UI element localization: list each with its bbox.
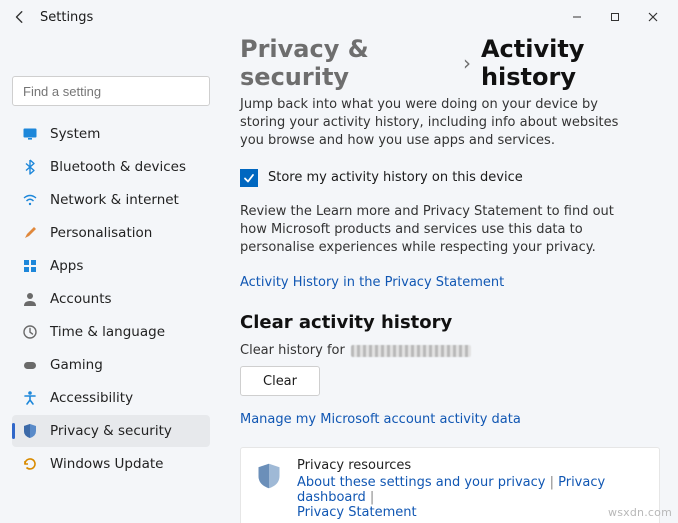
sidebar-item-update[interactable]: Windows Update — [12, 448, 210, 480]
sidebar-item-label: Privacy & security — [50, 423, 172, 439]
sidebar: System Bluetooth & devices Network & int… — [0, 34, 220, 523]
sidebar-item-bluetooth[interactable]: Bluetooth & devices — [12, 151, 210, 183]
resources-link-statement[interactable]: Privacy Statement — [297, 505, 417, 520]
review-text: Review the Learn more and Privacy Statem… — [240, 203, 630, 258]
breadcrumb-parent[interactable]: Privacy & security — [240, 35, 453, 91]
wifi-icon — [22, 192, 38, 208]
navigation-list: System Bluetooth & devices Network & int… — [12, 118, 210, 480]
privacy-resources-card: Privacy resources About these settings a… — [240, 447, 660, 523]
sidebar-item-label: Time & language — [50, 324, 165, 340]
sidebar-item-network[interactable]: Network & internet — [12, 184, 210, 216]
update-icon — [22, 456, 38, 472]
redacted-account — [351, 345, 471, 357]
back-button[interactable] — [8, 5, 32, 29]
breadcrumb: Privacy & security › Activity history — [240, 34, 660, 92]
titlebar: Settings — [0, 0, 678, 34]
clock-icon — [22, 324, 38, 340]
store-history-checkbox[interactable] — [240, 169, 258, 187]
paintbrush-icon — [22, 225, 38, 241]
shield-icon — [22, 423, 38, 439]
clear-history-prefix: Clear history for — [240, 343, 345, 358]
store-history-row[interactable]: Store my activity history on this device — [240, 169, 660, 187]
intro-text: Jump back into what you were doing on yo… — [240, 96, 630, 151]
sidebar-item-system[interactable]: System — [12, 118, 210, 150]
watermark: wsxdn.com — [608, 506, 672, 519]
sidebar-item-accessibility[interactable]: Accessibility — [12, 382, 210, 414]
arrow-left-icon — [13, 10, 27, 24]
sidebar-item-personalisation[interactable]: Personalisation — [12, 217, 210, 249]
resources-title: Privacy resources — [297, 458, 645, 473]
sidebar-item-label: Personalisation — [50, 225, 152, 241]
search-input[interactable] — [21, 83, 201, 100]
clear-button[interactable]: Clear — [240, 366, 320, 396]
sidebar-item-privacy[interactable]: Privacy & security — [12, 415, 210, 447]
sidebar-item-label: Accounts — [50, 291, 112, 307]
accessibility-icon — [22, 390, 38, 406]
privacy-statement-link[interactable]: Activity History in the Privacy Statemen… — [240, 275, 660, 290]
manage-account-link[interactable]: Manage my Microsoft account activity dat… — [240, 412, 660, 427]
window-maximize-button[interactable] — [596, 3, 634, 31]
sidebar-item-time[interactable]: Time & language — [12, 316, 210, 348]
resources-link-about[interactable]: About these settings and your privacy — [297, 475, 545, 490]
store-history-label: Store my activity history on this device — [268, 170, 523, 185]
maximize-icon — [610, 12, 620, 22]
window-minimize-button[interactable] — [558, 3, 596, 31]
sidebar-item-gaming[interactable]: Gaming — [12, 349, 210, 381]
window-title: Settings — [40, 10, 93, 25]
minimize-icon — [572, 12, 582, 22]
sidebar-item-label: Gaming — [50, 357, 103, 373]
person-icon — [22, 291, 38, 307]
clear-section-title: Clear activity history — [240, 312, 660, 333]
shield-icon — [255, 462, 283, 490]
chevron-right-icon: › — [463, 51, 471, 75]
sidebar-item-apps[interactable]: Apps — [12, 250, 210, 282]
bluetooth-icon — [22, 159, 38, 175]
sidebar-item-label: Apps — [50, 258, 83, 274]
sidebar-item-label: Bluetooth & devices — [50, 159, 186, 175]
sidebar-item-label: Windows Update — [50, 456, 163, 472]
sidebar-item-label: Network & internet — [50, 192, 179, 208]
apps-icon — [22, 258, 38, 274]
display-icon — [22, 126, 38, 142]
gaming-icon — [22, 357, 38, 373]
clear-history-for-row: Clear history for — [240, 343, 660, 358]
checkmark-icon — [243, 172, 255, 184]
content-area: Privacy & security › Activity history Ju… — [220, 34, 678, 523]
sidebar-item-accounts[interactable]: Accounts — [12, 283, 210, 315]
sidebar-item-label: Accessibility — [50, 390, 133, 406]
close-icon — [648, 12, 658, 22]
sidebar-item-label: System — [50, 126, 100, 142]
breadcrumb-current: Activity history — [481, 35, 660, 91]
window-close-button[interactable] — [634, 3, 672, 31]
search-box[interactable] — [12, 76, 210, 106]
